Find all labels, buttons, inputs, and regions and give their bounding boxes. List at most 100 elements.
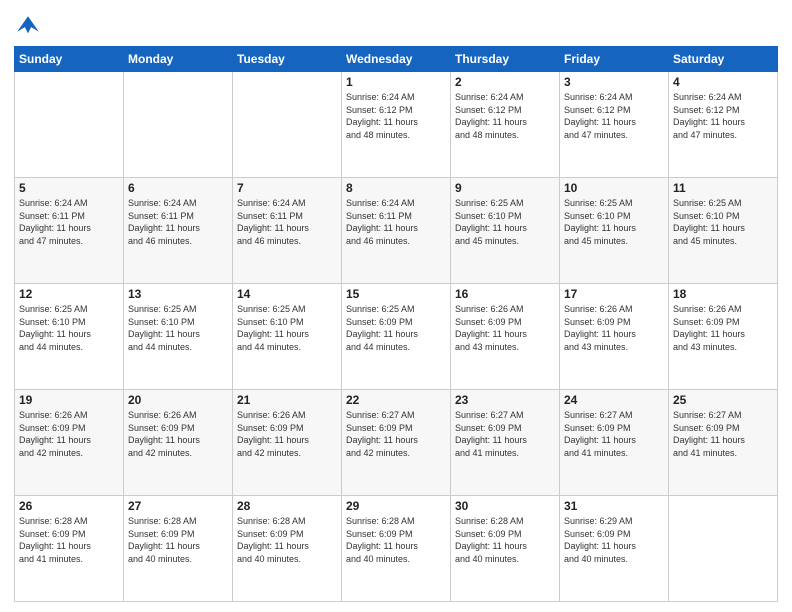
- day-number: 21: [237, 393, 337, 407]
- day-number: 18: [673, 287, 773, 301]
- day-number: 29: [346, 499, 446, 513]
- day-number: 11: [673, 181, 773, 195]
- day-info: Sunrise: 6:26 AM Sunset: 6:09 PM Dayligh…: [564, 303, 664, 353]
- weekday-header: Sunday: [15, 47, 124, 72]
- day-info: Sunrise: 6:25 AM Sunset: 6:10 PM Dayligh…: [19, 303, 119, 353]
- calendar-cell: 18Sunrise: 6:26 AM Sunset: 6:09 PM Dayli…: [669, 284, 778, 390]
- calendar-cell: 12 Sunrise: 6:25 AM Sunset: 6:10 PM Dayli…: [15, 284, 124, 390]
- day-number: 24: [564, 393, 664, 407]
- calendar-cell: 23 Sunrise: 6:27 AM Sunset: 6:09 PM Dayli…: [451, 390, 560, 496]
- calendar-week-row: 5 Sunrise: 6:24 AM Sunset: 6:11 PM Daylig…: [15, 178, 778, 284]
- day-number: 22: [346, 393, 446, 407]
- calendar-cell: 3Sunrise: 6:24 AM Sunset: 6:12 PM Daylig…: [560, 72, 669, 178]
- day-info: Sunrise: 6:27 AM Sunset: 6:09 PM Dayligh…: [673, 409, 773, 459]
- day-info: Sunrise: 6:27 AM Sunset: 6:09 PM Dayligh…: [346, 409, 446, 459]
- weekday-header: Friday: [560, 47, 669, 72]
- calendar-header-row: SundayMondayTuesdayWednesdayThursdayFrid…: [15, 47, 778, 72]
- day-info: Sunrise: 6:26 AM Sunset: 6:09 PM Dayligh…: [455, 303, 555, 353]
- day-info: Sunrise: 6:25 AM Sunset: 6:10 PM Dayligh…: [564, 197, 664, 247]
- calendar-cell: 7 Sunrise: 6:24 AM Sunset: 6:11 PM Daylig…: [233, 178, 342, 284]
- day-info: Sunrise: 6:24 AM Sunset: 6:11 PM Dayligh…: [237, 197, 337, 247]
- day-info: Sunrise: 6:28 AM Sunset: 6:09 PM Dayligh…: [128, 515, 228, 565]
- day-info: Sunrise: 6:27 AM Sunset: 6:09 PM Dayligh…: [564, 409, 664, 459]
- day-number: 12: [19, 287, 119, 301]
- calendar-cell: 22 Sunrise: 6:27 AM Sunset: 6:09 PM Dayli…: [342, 390, 451, 496]
- day-number: 6: [128, 181, 228, 195]
- day-number: 7: [237, 181, 337, 195]
- day-info: Sunrise: 6:24 AM Sunset: 6:11 PM Dayligh…: [346, 197, 446, 247]
- day-number: 1: [346, 75, 446, 89]
- calendar-cell: [233, 72, 342, 178]
- day-number: 31: [564, 499, 664, 513]
- calendar-cell: [669, 496, 778, 602]
- page: SundayMondayTuesdayWednesdayThursdayFrid…: [0, 0, 792, 612]
- calendar-cell: 20 Sunrise: 6:26 AM Sunset: 6:09 PM Dayli…: [124, 390, 233, 496]
- calendar-cell: 16Sunrise: 6:26 AM Sunset: 6:09 PM Dayli…: [451, 284, 560, 390]
- calendar-cell: [124, 72, 233, 178]
- day-number: 2: [455, 75, 555, 89]
- calendar-cell: 15 Sunrise: 6:25 AM Sunset: 6:09 PM Dayli…: [342, 284, 451, 390]
- calendar-cell: 24 Sunrise: 6:27 AM Sunset: 6:09 PM Dayli…: [560, 390, 669, 496]
- calendar-cell: 17 Sunrise: 6:26 AM Sunset: 6:09 PM Dayli…: [560, 284, 669, 390]
- day-info: Sunrise: 6:27 AM Sunset: 6:09 PM Dayligh…: [455, 409, 555, 459]
- day-info: Sunrise: 6:26 AM Sunset: 6:09 PM Dayligh…: [19, 409, 119, 459]
- calendar-cell: 9 Sunrise: 6:25 AM Sunset: 6:10 PM Daylig…: [451, 178, 560, 284]
- calendar-week-row: 1 Sunrise: 6:24 AM Sunset: 6:12 PM Daylig…: [15, 72, 778, 178]
- calendar-cell: [15, 72, 124, 178]
- weekday-header: Thursday: [451, 47, 560, 72]
- calendar-week-row: 26 Sunrise: 6:28 AM Sunset: 6:09 PM Dayli…: [15, 496, 778, 602]
- day-info: Sunrise: 6:25 AM Sunset: 6:10 PM Dayligh…: [455, 197, 555, 247]
- day-number: 5: [19, 181, 119, 195]
- day-info: Sunrise: 6:24 AM Sunset: 6:12 PM Dayligh…: [455, 91, 555, 141]
- calendar-cell: 27 Sunrise: 6:28 AM Sunset: 6:09 PM Dayli…: [124, 496, 233, 602]
- calendar-cell: 25Sunrise: 6:27 AM Sunset: 6:09 PM Dayli…: [669, 390, 778, 496]
- calendar-cell: 11 Sunrise: 6:25 AM Sunset: 6:10 PM Dayli…: [669, 178, 778, 284]
- calendar-week-row: 12 Sunrise: 6:25 AM Sunset: 6:10 PM Dayli…: [15, 284, 778, 390]
- day-number: 28: [237, 499, 337, 513]
- day-number: 26: [19, 499, 119, 513]
- day-info: Sunrise: 6:28 AM Sunset: 6:09 PM Dayligh…: [237, 515, 337, 565]
- day-number: 19: [19, 393, 119, 407]
- calendar-cell: 31 Sunrise: 6:29 AM Sunset: 6:09 PM Dayli…: [560, 496, 669, 602]
- day-number: 20: [128, 393, 228, 407]
- calendar-cell: 26 Sunrise: 6:28 AM Sunset: 6:09 PM Dayli…: [15, 496, 124, 602]
- calendar-cell: 4Sunrise: 6:24 AM Sunset: 6:12 PM Daylig…: [669, 72, 778, 178]
- day-number: 27: [128, 499, 228, 513]
- day-info: Sunrise: 6:25 AM Sunset: 6:10 PM Dayligh…: [673, 197, 773, 247]
- day-info: Sunrise: 6:25 AM Sunset: 6:10 PM Dayligh…: [237, 303, 337, 353]
- logo: [14, 10, 46, 38]
- day-number: 9: [455, 181, 555, 195]
- calendar-cell: 5 Sunrise: 6:24 AM Sunset: 6:11 PM Daylig…: [15, 178, 124, 284]
- weekday-header: Wednesday: [342, 47, 451, 72]
- calendar-cell: 14Sunrise: 6:25 AM Sunset: 6:10 PM Dayli…: [233, 284, 342, 390]
- day-info: Sunrise: 6:28 AM Sunset: 6:09 PM Dayligh…: [346, 515, 446, 565]
- day-number: 10: [564, 181, 664, 195]
- day-info: Sunrise: 6:26 AM Sunset: 6:09 PM Dayligh…: [128, 409, 228, 459]
- day-info: Sunrise: 6:25 AM Sunset: 6:09 PM Dayligh…: [346, 303, 446, 353]
- day-info: Sunrise: 6:29 AM Sunset: 6:09 PM Dayligh…: [564, 515, 664, 565]
- day-info: Sunrise: 6:28 AM Sunset: 6:09 PM Dayligh…: [19, 515, 119, 565]
- weekday-header: Saturday: [669, 47, 778, 72]
- day-number: 4: [673, 75, 773, 89]
- calendar-cell: 10 Sunrise: 6:25 AM Sunset: 6:10 PM Dayli…: [560, 178, 669, 284]
- day-info: Sunrise: 6:24 AM Sunset: 6:12 PM Dayligh…: [346, 91, 446, 141]
- day-info: Sunrise: 6:24 AM Sunset: 6:12 PM Dayligh…: [564, 91, 664, 141]
- day-number: 13: [128, 287, 228, 301]
- weekday-header: Monday: [124, 47, 233, 72]
- weekday-header: Tuesday: [233, 47, 342, 72]
- day-info: Sunrise: 6:26 AM Sunset: 6:09 PM Dayligh…: [237, 409, 337, 459]
- calendar-table: SundayMondayTuesdayWednesdayThursdayFrid…: [14, 46, 778, 602]
- day-number: 8: [346, 181, 446, 195]
- calendar-cell: 1 Sunrise: 6:24 AM Sunset: 6:12 PM Daylig…: [342, 72, 451, 178]
- calendar-cell: 29 Sunrise: 6:28 AM Sunset: 6:09 PM Dayli…: [342, 496, 451, 602]
- day-number: 17: [564, 287, 664, 301]
- calendar-cell: 8 Sunrise: 6:24 AM Sunset: 6:11 PM Daylig…: [342, 178, 451, 284]
- header: [14, 10, 778, 38]
- logo-icon: [14, 10, 42, 38]
- day-number: 23: [455, 393, 555, 407]
- calendar-cell: 21 Sunrise: 6:26 AM Sunset: 6:09 PM Dayli…: [233, 390, 342, 496]
- calendar-cell: 28 Sunrise: 6:28 AM Sunset: 6:09 PM Dayli…: [233, 496, 342, 602]
- day-info: Sunrise: 6:24 AM Sunset: 6:11 PM Dayligh…: [19, 197, 119, 247]
- calendar-cell: 2 Sunrise: 6:24 AM Sunset: 6:12 PM Daylig…: [451, 72, 560, 178]
- day-number: 15: [346, 287, 446, 301]
